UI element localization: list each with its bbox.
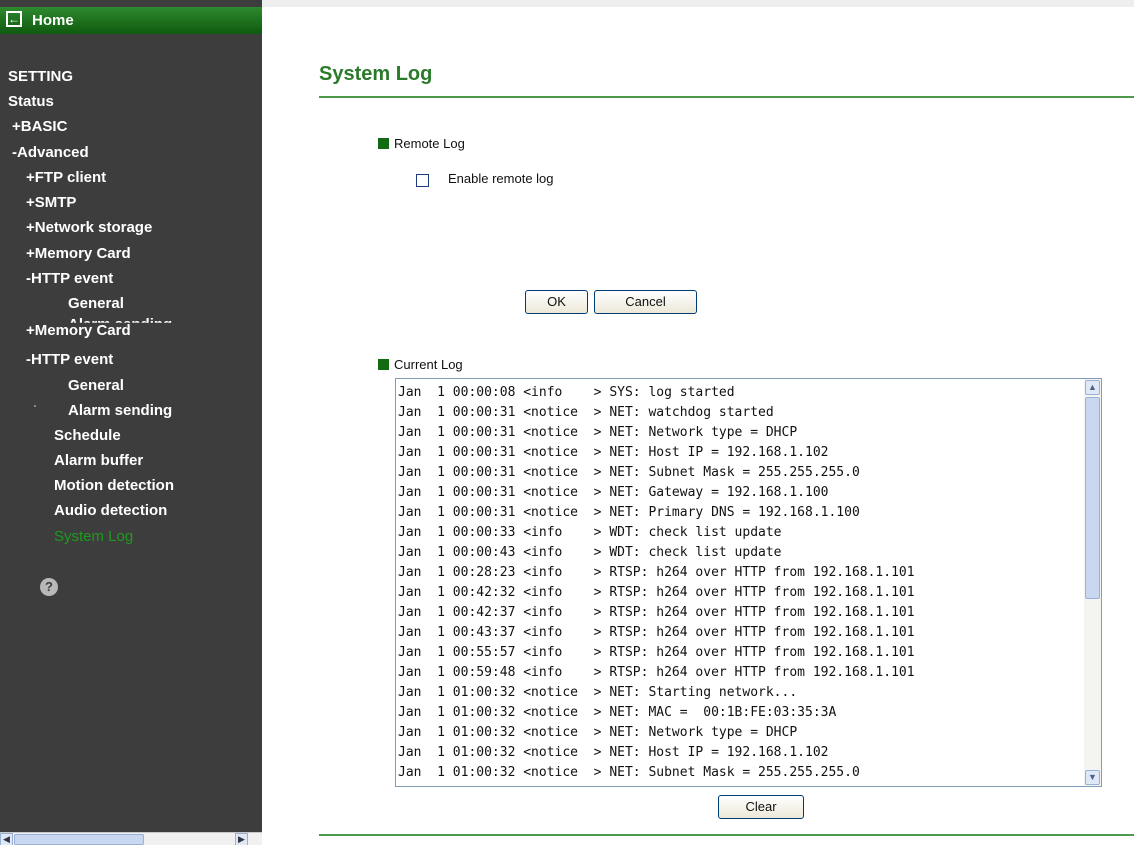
nav-status[interactable]: Status — [8, 93, 54, 110]
nav-smtp[interactable]: +SMTP — [26, 194, 76, 211]
nav-http-general[interactable]: General — [68, 295, 124, 312]
sidebar-dot — [34, 405, 36, 407]
bottom-divider — [319, 834, 1134, 836]
nav-alarm-sending[interactable]: Alarm sending — [68, 402, 172, 419]
log-line: Jan 1 00:00:43 <info > WDT: check list u… — [398, 545, 782, 560]
nav-alarm-buffer[interactable]: Alarm buffer — [54, 452, 143, 469]
nav-setting[interactable]: SETTING — [8, 68, 73, 85]
top-band — [262, 0, 1134, 7]
nav-memory-card-2[interactable]: +Memory Card — [26, 322, 131, 339]
log-line: Jan 1 00:43:37 <info > RTSP: h264 over H… — [398, 625, 915, 640]
nav-audio-detection[interactable]: Audio detection — [54, 502, 167, 519]
scroll-left-icon[interactable]: ◀ — [0, 833, 13, 845]
bullet-icon — [378, 359, 389, 370]
title-divider — [319, 96, 1134, 98]
current-log-heading: Current Log — [378, 357, 463, 372]
scroll-thumb[interactable] — [14, 834, 144, 845]
nav-http-event[interactable]: -HTTP event — [26, 270, 113, 287]
sidebar-horizontal-scrollbar[interactable]: ◀ ▶ — [0, 832, 262, 845]
home-label: Home — [32, 12, 74, 29]
cancel-button[interactable]: Cancel — [594, 290, 697, 314]
ok-button[interactable]: OK — [525, 290, 588, 314]
page-title: System Log — [319, 63, 433, 85]
log-line: Jan 1 00:42:37 <info > RTSP: h264 over H… — [398, 605, 915, 620]
log-line: Jan 1 00:28:23 <info > RTSP: h264 over H… — [398, 565, 915, 580]
nav-memory-card[interactable]: +Memory Card — [26, 245, 131, 262]
log-line: Jan 1 00:00:33 <info > WDT: check list u… — [398, 525, 782, 540]
back-arrow-icon: ← — [6, 11, 22, 27]
remote-log-heading-text: Remote Log — [394, 136, 465, 151]
log-line: Jan 1 00:00:31 <notice > NET: Network ty… — [398, 425, 798, 440]
scroll-up-icon[interactable]: ▲ — [1085, 380, 1100, 395]
log-line: Jan 1 00:00:31 <notice > NET: Primary DN… — [398, 505, 860, 520]
nav-motion-detection[interactable]: Motion detection — [54, 477, 174, 494]
log-line: Jan 1 01:00:32 <notice > NET: Network ty… — [398, 725, 798, 740]
log-line: Jan 1 00:00:31 <notice > NET: Host IP = … — [398, 445, 829, 460]
log-line: Jan 1 01:00:32 <notice > NET: MAC = 00:1… — [398, 705, 837, 720]
enable-remote-log-label: Enable remote log — [448, 171, 554, 186]
current-log-heading-text: Current Log — [394, 357, 463, 372]
help-icon[interactable]: ? — [40, 578, 58, 596]
bullet-icon — [378, 138, 389, 149]
log-line: Jan 1 01:00:32 <notice > NET: Subnet Mas… — [398, 765, 860, 780]
nav-schedule[interactable]: Schedule — [54, 427, 121, 444]
scroll-down-icon[interactable]: ▼ — [1085, 770, 1100, 785]
sidebar: ← Home SETTING Status +BASIC -Advanced +… — [0, 0, 262, 845]
log-line: Jan 1 00:55:57 <info > RTSP: h264 over H… — [398, 645, 915, 660]
nav-ftp-client[interactable]: +FTP client — [26, 169, 106, 186]
nav-network-storage[interactable]: +Network storage — [26, 219, 152, 236]
log-line: Jan 1 01:00:32 <notice > NET: Starting n… — [398, 685, 798, 700]
log-line: Jan 1 00:42:32 <info > RTSP: h264 over H… — [398, 585, 915, 600]
nav-system-log[interactable]: System Log — [54, 528, 133, 545]
log-scroll-thumb[interactable] — [1085, 397, 1100, 599]
remote-log-heading: Remote Log — [378, 136, 465, 151]
log-line: Jan 1 00:59:48 <info > RTSP: h264 over H… — [398, 665, 915, 680]
nav-http-event-2[interactable]: -HTTP event — [26, 351, 113, 368]
enable-remote-log-checkbox[interactable] — [416, 174, 429, 187]
clear-button[interactable]: Clear — [718, 795, 804, 819]
nav-advanced[interactable]: -Advanced — [12, 144, 89, 161]
log-line: Jan 1 00:00:31 <notice > NET: Subnet Mas… — [398, 465, 860, 480]
log-vertical-scrollbar[interactable]: ▲ ▼ — [1084, 379, 1101, 786]
main-content: System Log Remote Log Enable remote log … — [262, 0, 1134, 845]
log-line: Jan 1 00:00:31 <notice > NET: Gateway = … — [398, 485, 829, 500]
home-link[interactable]: ← Home — [0, 7, 262, 34]
log-line: Jan 1 01:00:32 <notice > NET: Host IP = … — [398, 745, 829, 760]
scroll-right-icon[interactable]: ▶ — [235, 833, 248, 845]
nav-http-general-2[interactable]: General — [68, 377, 124, 394]
log-line: Jan 1 00:00:08 <info > SYS: log started — [398, 385, 735, 400]
current-log-textarea[interactable]: Jan 1 00:00:08 <info > SYS: log started J… — [395, 378, 1102, 787]
log-line: Jan 1 00:00:31 <notice > NET: watchdog s… — [398, 405, 774, 420]
nav-basic[interactable]: +BASIC — [12, 118, 67, 135]
log-lines: Jan 1 00:00:08 <info > SYS: log started J… — [398, 383, 1084, 783]
